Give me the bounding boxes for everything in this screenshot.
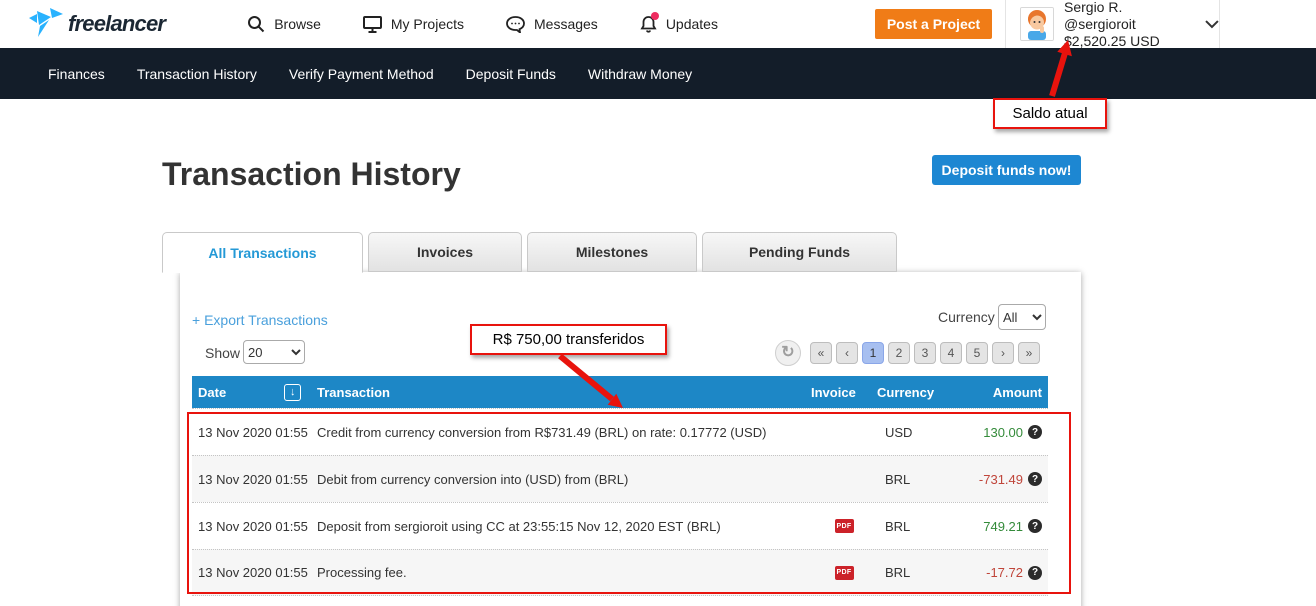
finances-subnav: Finances Transaction History Verify Paym… bbox=[0, 48, 1316, 99]
table-row: 13 Nov 2020 01:55 Debit from currency co… bbox=[192, 455, 1048, 502]
deposit-funds-now-button[interactable]: Deposit funds now! bbox=[932, 155, 1081, 185]
subnav-transaction-history[interactable]: Transaction History bbox=[137, 66, 257, 82]
page-title: Transaction History bbox=[162, 156, 461, 192]
cell-transaction: Deposit from sergioroit using CC at 23:5… bbox=[317, 518, 721, 534]
cell-amount: 130.00 bbox=[983, 424, 1023, 440]
freelancer-bird-icon bbox=[29, 8, 63, 37]
column-header-date: Date ↓ bbox=[192, 383, 317, 401]
subnav-finances[interactable]: Finances bbox=[48, 66, 105, 82]
cell-date: 13 Nov 2020 01:55 bbox=[198, 471, 308, 487]
table-row: 13 Nov 2020 01:55 Processing fee. PDF BR… bbox=[192, 549, 1048, 596]
cell-currency: BRL bbox=[885, 565, 911, 580]
pagination-page-4[interactable]: 4 bbox=[940, 342, 962, 364]
pagination-last[interactable]: » bbox=[1018, 342, 1040, 364]
user-info: Sergio R. @sergioroit $2,520.25 USD bbox=[1064, 0, 1197, 50]
currency-select[interactable]: All bbox=[998, 304, 1046, 330]
cell-transaction: Debit from currency conversion into (USD… bbox=[317, 471, 629, 487]
help-icon[interactable]: ? bbox=[1028, 425, 1042, 439]
balance-annotation: Saldo atual bbox=[993, 98, 1107, 129]
subnav-verify-payment-method[interactable]: Verify Payment Method bbox=[289, 66, 434, 82]
pagination-page-2[interactable]: 2 bbox=[888, 342, 910, 364]
table-row: 13 Nov 2020 01:55 Deposit from sergioroi… bbox=[192, 502, 1048, 549]
table-header: Date ↓ Transaction Invoice Currency Amou… bbox=[192, 376, 1048, 408]
cell-date: 13 Nov 2020 01:55 bbox=[198, 518, 308, 534]
nav-updates[interactable]: Updates bbox=[640, 12, 718, 33]
cell-amount: -731.49 bbox=[978, 471, 1023, 487]
cell-amount: 749.21 bbox=[983, 518, 1023, 534]
export-transactions-link[interactable]: + Export Transactions bbox=[192, 312, 328, 328]
refresh-icon[interactable]: ↻ bbox=[775, 340, 801, 366]
cell-currency: BRL bbox=[885, 471, 911, 487]
pagination-page-1[interactable]: 1 bbox=[862, 342, 884, 364]
cell-currency: BRL bbox=[885, 518, 911, 534]
cell-currency: USD bbox=[885, 424, 913, 440]
avatar-image bbox=[1021, 8, 1053, 40]
cell-date: 13 Nov 2020 01:55 bbox=[198, 424, 308, 440]
pagination-page-5[interactable]: 5 bbox=[966, 342, 988, 364]
tab-pending-funds[interactable]: Pending Funds bbox=[702, 232, 897, 272]
tab-all-transactions[interactable]: All Transactions bbox=[162, 232, 363, 273]
page: freelancer Browse My Projects Messages U… bbox=[0, 0, 1316, 606]
pagination-prev[interactable]: ‹ bbox=[836, 342, 858, 364]
subnav-deposit-funds[interactable]: Deposit Funds bbox=[466, 66, 556, 82]
nav-my-projects-label: My Projects bbox=[390, 16, 464, 32]
nav-browse[interactable]: Browse bbox=[247, 15, 321, 33]
sort-descending-icon[interactable]: ↓ bbox=[284, 383, 302, 401]
pagination-next[interactable]: › bbox=[992, 342, 1014, 364]
help-icon[interactable]: ? bbox=[1028, 565, 1042, 580]
transfer-annotation: R$ 750,00 transferidos bbox=[470, 324, 667, 355]
chat-icon bbox=[506, 15, 525, 33]
search-icon bbox=[248, 16, 265, 33]
table-row: 13 Nov 2020 01:55 Credit from currency c… bbox=[192, 408, 1048, 455]
bell-icon-wrap bbox=[640, 12, 659, 33]
top-header: freelancer Browse My Projects Messages U… bbox=[0, 0, 1316, 50]
pagination-first[interactable]: « bbox=[810, 342, 832, 364]
cell-transaction: Credit from currency conversion from R$7… bbox=[317, 424, 767, 440]
freelancer-logo[interactable]: freelancer bbox=[28, 8, 166, 40]
column-header-currency: Currency bbox=[877, 384, 935, 400]
user-name: Sergio R. @sergioroit bbox=[1064, 0, 1136, 32]
column-header-transaction: Transaction bbox=[317, 384, 390, 400]
nav-my-projects[interactable]: My Projects bbox=[362, 15, 464, 33]
cell-transaction: Processing fee. bbox=[317, 565, 407, 580]
pdf-icon[interactable]: PDF bbox=[834, 565, 854, 580]
show-label: Show bbox=[205, 345, 241, 361]
avatar bbox=[1020, 7, 1054, 41]
nav-messages[interactable]: Messages bbox=[506, 15, 598, 33]
tab-invoices[interactable]: Invoices bbox=[368, 232, 522, 272]
help-icon[interactable]: ? bbox=[1028, 472, 1042, 486]
subnav-withdraw-money[interactable]: Withdraw Money bbox=[588, 66, 692, 82]
top-nav: Browse My Projects Messages Updates bbox=[205, 12, 718, 33]
freelancer-wordmark: freelancer bbox=[68, 11, 166, 36]
cell-amount: -17.72 bbox=[986, 565, 1023, 580]
currency-label: Currency bbox=[938, 309, 995, 325]
show-select[interactable]: 20 bbox=[243, 340, 305, 364]
nav-updates-label: Updates bbox=[665, 16, 718, 32]
tab-milestones[interactable]: Milestones bbox=[527, 232, 697, 272]
nav-messages-label: Messages bbox=[534, 16, 598, 32]
notification-dot bbox=[650, 12, 659, 20]
post-a-project-button[interactable]: Post a Project bbox=[875, 9, 992, 39]
nav-browse-label: Browse bbox=[274, 16, 321, 32]
user-account-menu[interactable]: Sergio R. @sergioroit $2,520.25 USD bbox=[1005, 0, 1220, 50]
monitor-icon bbox=[362, 15, 382, 33]
column-header-invoice: Invoice bbox=[811, 384, 856, 400]
pagination: « ‹ 1 2 3 4 5 › » bbox=[810, 342, 1040, 364]
pdf-icon[interactable]: PDF bbox=[834, 519, 854, 533]
column-header-amount: Amount bbox=[992, 384, 1042, 400]
pagination-page-3[interactable]: 3 bbox=[914, 342, 936, 364]
help-icon[interactable]: ? bbox=[1028, 519, 1042, 533]
user-balance: $2,520.25 USD bbox=[1064, 32, 1160, 49]
transactions-panel: + Export Transactions Show 20 Currency A… bbox=[180, 272, 1081, 606]
chevron-down-icon[interactable] bbox=[1205, 19, 1219, 29]
cell-date: 13 Nov 2020 01:55 bbox=[198, 565, 308, 580]
